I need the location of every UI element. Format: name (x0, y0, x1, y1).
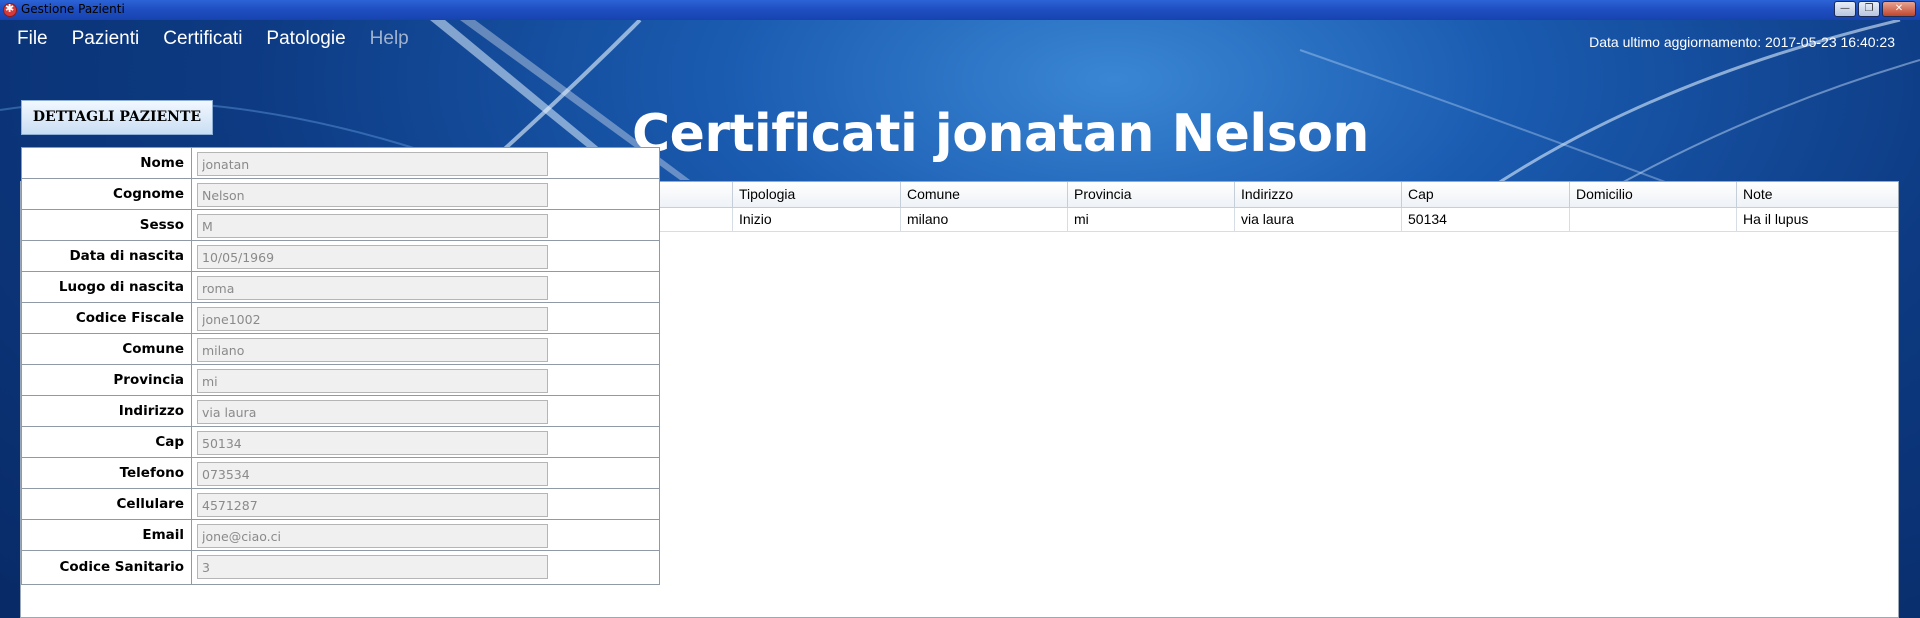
app-icon (3, 2, 17, 17)
cellulare-field[interactable] (197, 493, 548, 517)
table-cell-tipologia: Inizio (733, 208, 901, 232)
email-field[interactable] (197, 524, 548, 548)
patient-details-panel: Nome Cognome Sesso Data di nascita Luogo… (21, 147, 660, 585)
column-header-domicilio[interactable]: Domicilio (1570, 182, 1737, 208)
window-title: Gestione Pazienti (21, 2, 125, 16)
field-label: Cap (22, 427, 192, 457)
telefono-field[interactable] (197, 462, 548, 486)
column-header-note[interactable]: Note (1737, 182, 1898, 208)
field-label: Cognome (22, 179, 192, 209)
table-cell-domicilio (1570, 208, 1737, 232)
table-cell-provincia: mi (1068, 208, 1235, 232)
comune-field[interactable] (197, 338, 548, 362)
codice-fiscale-field[interactable] (197, 307, 548, 331)
field-label: Cellulare (22, 489, 192, 519)
menu-bar: File Pazienti Certificati Patologie Help (17, 28, 409, 50)
form-row-sesso: Sesso (22, 210, 659, 241)
table-cell-comune: milano (901, 208, 1068, 232)
form-row-provincia: Provincia (22, 365, 659, 396)
form-row-cellulare: Cellulare (22, 489, 659, 520)
column-header-indirizzo[interactable]: Indirizzo (1235, 182, 1402, 208)
maximize-button[interactable]: ❐ (1858, 1, 1880, 17)
form-row-cap: Cap (22, 427, 659, 458)
field-label: Telefono (22, 458, 192, 488)
form-row-codice-sanitario: Codice Sanitario (22, 551, 659, 585)
form-row-cognome: Cognome (22, 179, 659, 210)
close-button[interactable]: ✕ (1882, 1, 1916, 17)
form-row-indirizzo: Indirizzo (22, 396, 659, 427)
nome-field[interactable] (197, 152, 548, 176)
field-label: Codice Fiscale (22, 303, 192, 333)
field-label: Data di nascita (22, 241, 192, 271)
menu-file[interactable]: File (17, 28, 48, 50)
form-row-luogo-nascita: Luogo di nascita (22, 272, 659, 303)
sesso-field[interactable] (197, 214, 548, 238)
field-label: Codice Sanitario (22, 551, 192, 585)
field-label: Indirizzo (22, 396, 192, 426)
data-nascita-field[interactable] (197, 245, 548, 269)
column-header-tipologia[interactable]: Tipologia (733, 182, 901, 208)
form-row-comune: Comune (22, 334, 659, 365)
table-cell-indirizzo: via laura (1235, 208, 1402, 232)
app-background: File Pazienti Certificati Patologie Help… (0, 20, 1920, 618)
column-header-cap[interactable]: Cap (1402, 182, 1570, 208)
field-label: Luogo di nascita (22, 272, 192, 302)
codice-sanitario-field[interactable] (197, 555, 548, 579)
menu-patologie[interactable]: Patologie (266, 28, 345, 50)
window-controls: — ❐ ✕ (1834, 1, 1916, 17)
menu-certificati[interactable]: Certificati (163, 28, 242, 50)
field-label: Provincia (22, 365, 192, 395)
form-row-data-nascita: Data di nascita (22, 241, 659, 272)
column-header-comune[interactable]: Comune (901, 182, 1068, 208)
minimize-button[interactable]: — (1834, 1, 1856, 17)
patient-details-button[interactable]: DETTAGLI PAZIENTE (21, 100, 213, 135)
table-cell-note: Ha il lupus (1737, 208, 1898, 232)
column-header-provincia[interactable]: Provincia (1068, 182, 1235, 208)
field-label: Sesso (22, 210, 192, 240)
form-row-email: Email (22, 520, 659, 551)
last-update-label: Data ultimo aggiornamento: 2017-05-23 16… (1589, 34, 1895, 50)
field-label: Comune (22, 334, 192, 364)
field-label: Email (22, 520, 192, 550)
field-label: Nome (22, 148, 192, 178)
cap-field[interactable] (197, 431, 548, 455)
form-row-codice-fiscale: Codice Fiscale (22, 303, 659, 334)
indirizzo-field[interactable] (197, 400, 548, 424)
form-row-nome: Nome (22, 148, 659, 179)
menu-help[interactable]: Help (370, 28, 409, 50)
provincia-field[interactable] (197, 369, 548, 393)
title-bar: Gestione Pazienti — ❐ ✕ (0, 0, 1920, 20)
page-title: Certificati jonatan Nelson (632, 104, 1369, 164)
luogo-nascita-field[interactable] (197, 276, 548, 300)
menu-pazienti[interactable]: Pazienti (72, 28, 140, 50)
cognome-field[interactable] (197, 183, 548, 207)
form-row-telefono: Telefono (22, 458, 659, 489)
table-cell-cap: 50134 (1402, 208, 1570, 232)
